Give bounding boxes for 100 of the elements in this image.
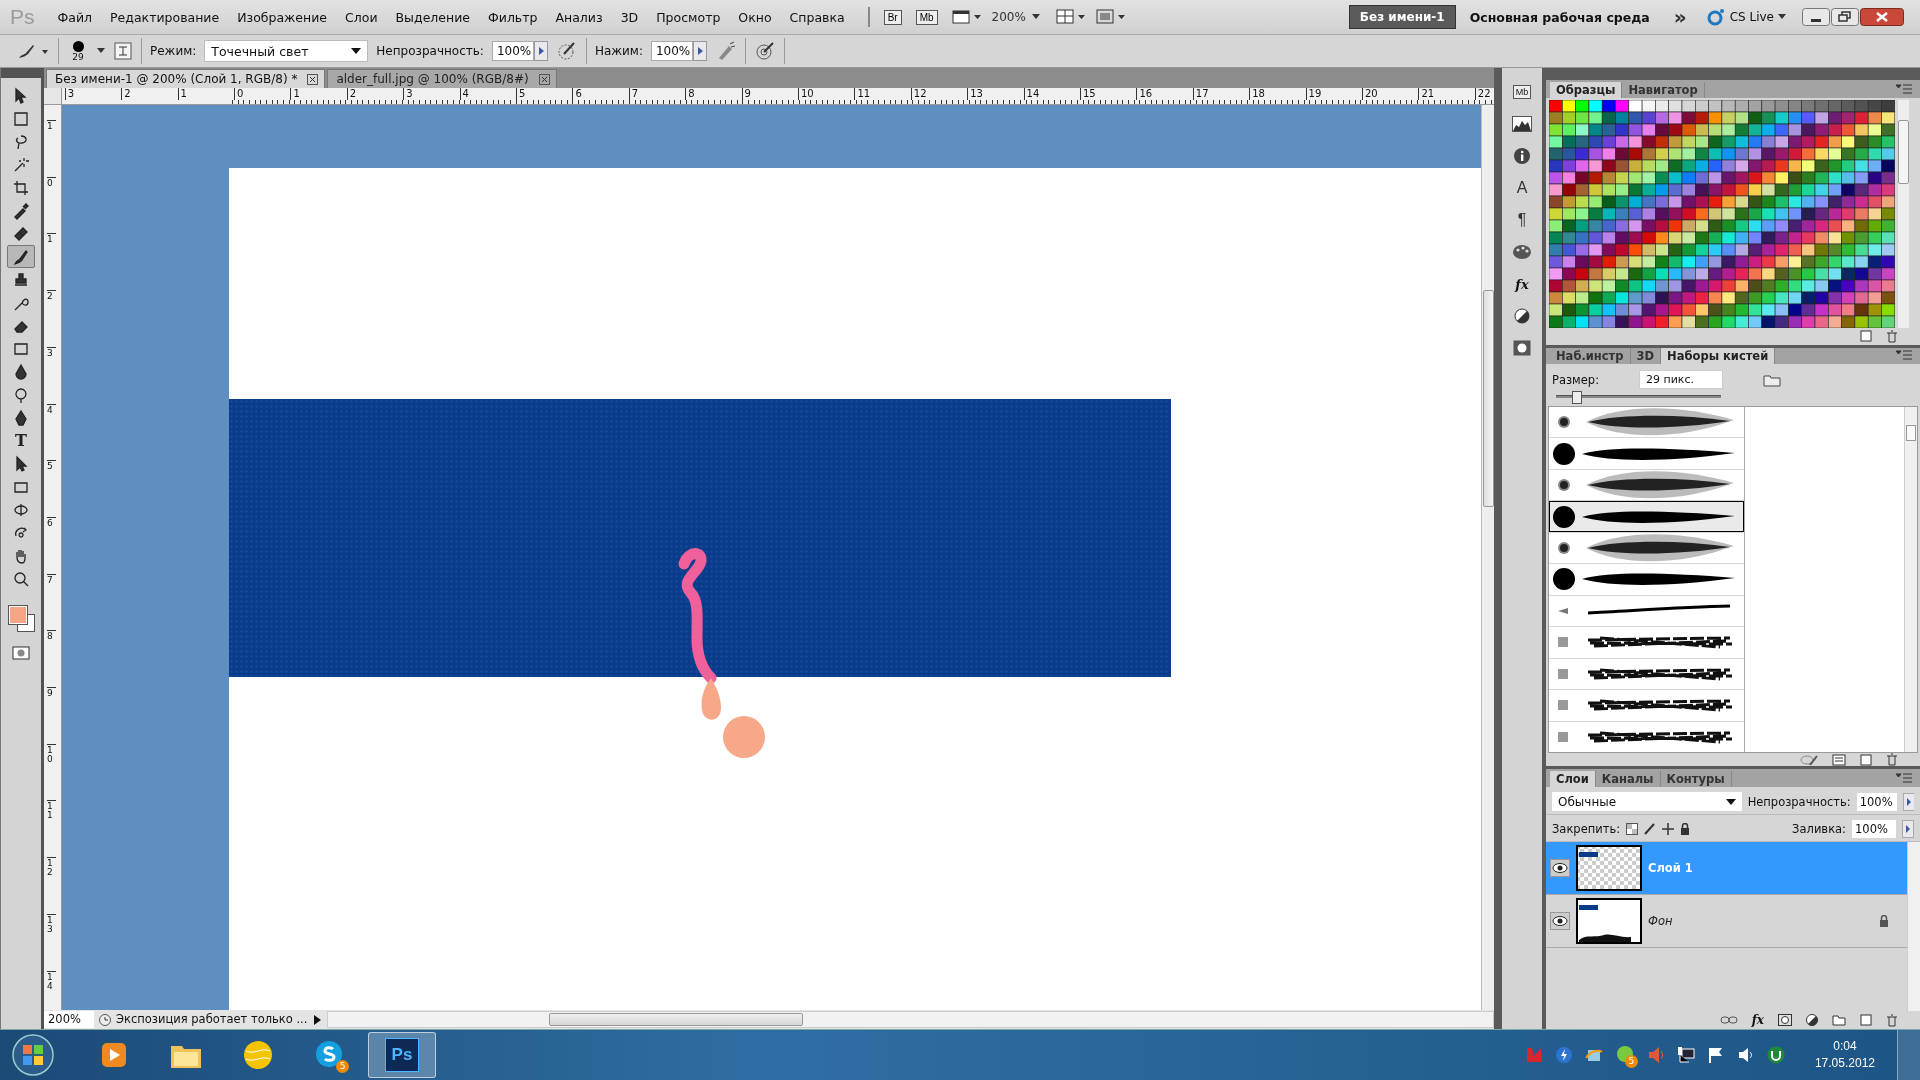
mask-icon[interactable]	[1778, 1014, 1792, 1026]
launch-button[interactable]: Mb	[915, 9, 938, 25]
grid-icon[interactable]	[1832, 753, 1846, 766]
more-button[interactable]: »	[1673, 5, 1687, 29]
foreground-color-swatch[interactable]	[9, 606, 27, 624]
panel-tab[interactable]: Каналы	[1595, 771, 1661, 787]
fx-button[interactable]: fx	[1751, 1013, 1764, 1027]
brush-picker[interactable]: 29	[67, 40, 89, 62]
new-layer-icon[interactable]	[1860, 1014, 1872, 1026]
opacity-field[interactable]: 100%	[491, 41, 534, 61]
fill-field[interactable]: 100%	[1852, 820, 1896, 838]
link-icon[interactable]	[1719, 1015, 1738, 1025]
panel-tab[interactable]: Образцы	[1550, 81, 1623, 98]
brush-icon[interactable]	[1644, 823, 1657, 835]
brush-preset[interactable]	[1549, 658, 1744, 690]
adjustment-icon[interactable]	[1806, 1014, 1818, 1026]
document-button[interactable]: Без имени-1	[1348, 5, 1456, 29]
menu-item[interactable]: 3D	[611, 9, 648, 25]
brush-preset[interactable]	[1549, 438, 1744, 469]
arrange-icon[interactable]	[1055, 9, 1086, 25]
cs-live-menu[interactable]: CS Live	[1729, 10, 1774, 24]
character-panel-button[interactable]: A	[1509, 178, 1535, 198]
size-field[interactable]: 29 пикс.	[1639, 370, 1724, 389]
brush-preset[interactable]	[1549, 469, 1744, 501]
layer-row[interactable]: Фон	[1546, 895, 1907, 948]
brush-preset[interactable]	[1549, 501, 1744, 532]
document-tab[interactable]: Без имени-1 @ 200% (Слой 1, RGB/8) *	[46, 69, 326, 88]
menu-icon[interactable]	[1896, 83, 1912, 94]
menu-item[interactable]: Фильтр	[479, 9, 547, 25]
mode-dropdown[interactable]: Точечный свет	[204, 40, 369, 62]
trash-icon[interactable]	[1886, 329, 1898, 343]
brush-preset[interactable]	[1549, 532, 1744, 564]
scrollbar-track[interactable]	[1904, 407, 1917, 752]
close-icon[interactable]	[538, 73, 550, 85]
eye-icon[interactable]	[1552, 915, 1568, 927]
paragraph-panel-button[interactable]: ¶	[1509, 210, 1535, 230]
eye-icon[interactable]	[1552, 862, 1568, 874]
cs-live-icon[interactable]	[1706, 8, 1725, 26]
clock-date[interactable]: 17.05.2012	[1814, 1055, 1875, 1072]
brush-panel-toggle-icon[interactable]	[113, 41, 133, 61]
scrollbar-thumb[interactable]	[1483, 290, 1494, 507]
menu-item[interactable]: Файл	[48, 9, 102, 25]
brush-preset[interactable]	[1549, 721, 1744, 752]
scrollbar-track[interactable]	[1907, 842, 1920, 1011]
menu-item[interactable]: Окно	[729, 9, 781, 25]
tablet-pressure-icon[interactable]	[753, 40, 776, 62]
menu-item[interactable]: Анализ	[546, 9, 612, 25]
taskbar-app[interactable]: Ps	[368, 1032, 436, 1078]
lock-icon[interactable]	[1680, 823, 1691, 835]
brush-preset[interactable]	[1549, 407, 1744, 438]
menu-item[interactable]: Справка	[780, 9, 854, 25]
menu-item[interactable]: Выделение	[386, 9, 479, 25]
new-swatch-icon[interactable]	[1860, 330, 1872, 343]
new-preset-icon[interactable]	[1860, 753, 1872, 766]
start-button[interactable]	[10, 1032, 56, 1078]
brush-preset[interactable]	[1549, 595, 1744, 627]
panel-grip[interactable]	[1, 68, 41, 78]
brush-preset[interactable]	[1549, 627, 1744, 658]
menu-icon[interactable]	[1896, 773, 1912, 783]
trash-icon[interactable]	[1886, 1013, 1898, 1027]
panel-tab[interactable]: Контуры	[1660, 771, 1732, 787]
tool-button[interactable]	[7, 245, 35, 268]
trash-icon[interactable]	[1886, 753, 1898, 766]
slider-thumb[interactable]	[1571, 391, 1582, 404]
flag-icon[interactable]	[1706, 1046, 1725, 1064]
type-tool[interactable]: T	[7, 429, 35, 452]
close-icon[interactable]	[1860, 8, 1904, 26]
screen-icon[interactable]	[1095, 9, 1126, 25]
folder-icon[interactable]	[1832, 1014, 1846, 1026]
scrollbar-thumb[interactable]	[549, 1013, 804, 1026]
caret-icon[interactable]	[97, 48, 105, 54]
volume-icon[interactable]	[1736, 1046, 1755, 1064]
document-tab[interactable]: alder_full.jpg @ 100% (RGB/8#)	[327, 69, 557, 88]
scrollbar-thumb[interactable]	[1898, 119, 1909, 184]
styles-panel-button[interactable]: fx	[1509, 274, 1535, 294]
histogram-panel-button[interactable]	[1509, 114, 1535, 134]
panel-tab[interactable]: Наборы кистей	[1661, 348, 1776, 364]
folder-icon[interactable]	[1763, 372, 1782, 387]
network-icon[interactable]	[1676, 1046, 1695, 1064]
restore-icon[interactable]	[1831, 8, 1859, 26]
torrent-icon[interactable]	[1766, 1046, 1785, 1064]
close-icon[interactable]	[307, 73, 319, 85]
pressure-icon[interactable]	[555, 40, 578, 62]
menu-item[interactable]: Просмотр	[647, 9, 730, 25]
color-swatch-grid-drawing[interactable]	[1549, 99, 1895, 328]
panel-tab[interactable]: Слои	[1550, 771, 1596, 787]
workspace-label[interactable]: Основная рабочая среда	[1469, 9, 1650, 25]
menu-icon[interactable]	[1896, 350, 1912, 360]
brush-preset[interactable]	[1549, 690, 1744, 721]
opacity-field[interactable]: 100%	[1856, 792, 1898, 811]
move-icon[interactable]	[1662, 823, 1675, 835]
zoom-field[interactable]: 200%	[44, 1011, 94, 1028]
panel-tab[interactable]: Навигатор	[1622, 81, 1705, 98]
caret-icon[interactable]	[1778, 14, 1786, 20]
checker-icon[interactable]	[1626, 823, 1639, 835]
scrollbar-track[interactable]	[1481, 105, 1494, 1010]
zoom-dropdown[interactable]: 200%	[991, 10, 1026, 24]
minimize-icon[interactable]	[1802, 8, 1830, 26]
brush-preset[interactable]	[1549, 564, 1744, 595]
scrollbar-track[interactable]	[1898, 99, 1909, 328]
